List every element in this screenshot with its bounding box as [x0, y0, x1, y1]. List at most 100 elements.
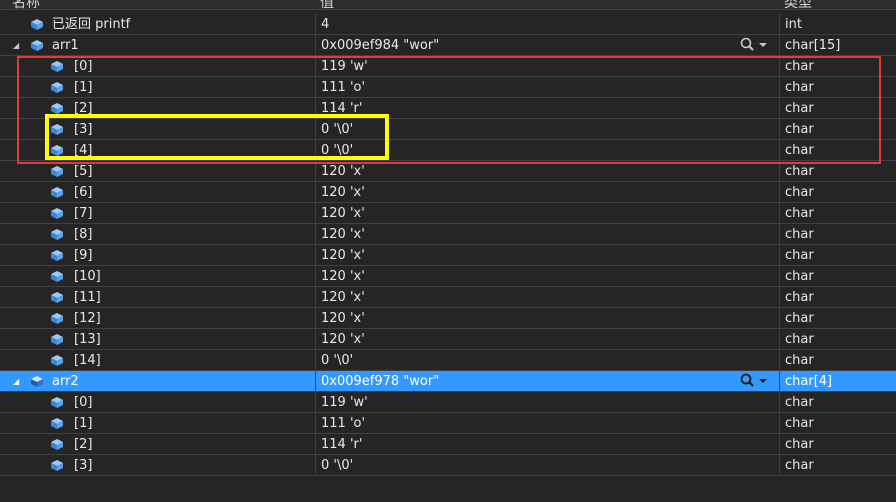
value-cell[interactable]: 120 'x'	[315, 245, 778, 265]
value-cell[interactable]: 114 'r'	[315, 434, 778, 454]
value-cell[interactable]: 0 '\0'	[315, 119, 778, 139]
watch-row-arr1[interactable]: ◢ arr1 0x009ef984 "wor" char[15]	[0, 35, 896, 56]
magnifier-icon[interactable]	[740, 373, 754, 387]
value-text: 0x009ef978 "wor"	[321, 374, 440, 389]
name-cell: [1]	[0, 77, 314, 97]
value-text: 0x009ef984 "wor"	[321, 38, 440, 53]
watch-row[interactable]: [0] 119 'w' char	[0, 56, 896, 77]
cube-icon	[31, 376, 43, 387]
cube-icon	[51, 166, 63, 177]
value-cell[interactable]: 111 'o'	[315, 413, 778, 433]
watch-row[interactable]: [7] 120 'x' char	[0, 203, 896, 224]
watch-row-arr2[interactable]: ◢ arr2 0x009ef978 "wor" char[4]	[0, 371, 896, 392]
name-cell: [2]	[0, 98, 314, 118]
cube-icon	[51, 271, 63, 282]
cube-icon	[51, 61, 63, 72]
cube-icon	[51, 229, 63, 240]
watch-row[interactable]: [1] 111 'o' char	[0, 77, 896, 98]
name-cell: [5]	[0, 161, 314, 181]
watch-grid: 已返回 printf 4 int ◢ arr1 0x009ef984 "wor"…	[0, 14, 896, 476]
name-cell: [14]	[0, 350, 314, 370]
value-tools[interactable]	[738, 37, 772, 53]
cube-icon	[51, 187, 63, 198]
magnifier-icon[interactable]	[740, 37, 754, 51]
name-cell: [0]	[0, 56, 314, 76]
value-cell[interactable]: 120 'x'	[315, 287, 778, 307]
value-cell[interactable]: 120 'x'	[315, 161, 778, 181]
element-index: [2]	[74, 437, 93, 452]
value-cell[interactable]: 0x009ef978 "wor"	[315, 371, 778, 391]
type-cell: char	[779, 350, 896, 370]
watch-row[interactable]: [4] 0 '\0' char	[0, 140, 896, 161]
header-type[interactable]: 类型	[784, 0, 812, 12]
type-cell: char	[779, 77, 896, 97]
expander-triangle-icon[interactable]: ◢	[13, 35, 19, 56]
cube-icon	[51, 292, 63, 303]
cube-icon	[31, 40, 43, 51]
name-cell: [3]	[0, 455, 314, 475]
cube-icon	[51, 460, 63, 471]
element-index: [6]	[74, 185, 93, 200]
watch-row[interactable]: [2] 114 'r' char	[0, 98, 896, 119]
header-name[interactable]: 名称	[12, 0, 40, 12]
watch-row[interactable]: [3] 0 '\0' char	[0, 455, 896, 476]
value-cell[interactable]: 0 '\0'	[315, 140, 778, 160]
cube-icon	[51, 397, 63, 408]
watch-row[interactable]: [9] 120 'x' char	[0, 245, 896, 266]
watch-row[interactable]: [1] 111 'o' char	[0, 413, 896, 434]
type-cell: char[4]	[779, 371, 896, 391]
value-cell[interactable]: 4	[315, 14, 778, 34]
type-cell: char	[779, 287, 896, 307]
variable-name: arr1	[52, 38, 79, 53]
type-cell: char	[779, 329, 896, 349]
value-cell[interactable]: 120 'x'	[315, 308, 778, 328]
watch-row[interactable]: [10] 120 'x' char	[0, 266, 896, 287]
chevron-down-icon[interactable]	[759, 379, 767, 383]
watch-row[interactable]: [6] 120 'x' char	[0, 182, 896, 203]
element-index: [11]	[74, 290, 101, 305]
watch-row[interactable]: [2] 114 'r' char	[0, 434, 896, 455]
watch-row[interactable]: 已返回 printf 4 int	[0, 14, 896, 35]
element-index: [14]	[74, 353, 101, 368]
watch-row[interactable]: [5] 120 'x' char	[0, 161, 896, 182]
watch-row[interactable]: [0] 119 'w' char	[0, 392, 896, 413]
cube-icon	[51, 334, 63, 345]
type-cell: char	[779, 98, 896, 118]
cube-icon	[51, 439, 63, 450]
value-cell[interactable]: 120 'x'	[315, 203, 778, 223]
value-cell[interactable]: 119 'w'	[315, 392, 778, 412]
value-cell[interactable]: 114 'r'	[315, 98, 778, 118]
value-cell[interactable]: 119 'w'	[315, 56, 778, 76]
cube-icon	[51, 124, 63, 135]
value-tools[interactable]	[738, 373, 772, 389]
element-index: [10]	[74, 269, 101, 284]
value-cell[interactable]: 120 'x'	[315, 266, 778, 286]
cube-icon	[51, 208, 63, 219]
watch-row[interactable]: [8] 120 'x' char	[0, 224, 896, 245]
name-cell: [12]	[0, 308, 314, 328]
name-cell: 已返回 printf	[0, 14, 314, 34]
cube-icon	[51, 418, 63, 429]
value-cell[interactable]: 111 'o'	[315, 77, 778, 97]
expander-triangle-icon[interactable]: ◢	[13, 371, 19, 392]
value-cell[interactable]: 120 'x'	[315, 329, 778, 349]
watch-row[interactable]: [12] 120 'x' char	[0, 308, 896, 329]
watch-row[interactable]: [3] 0 '\0' char	[0, 119, 896, 140]
value-cell[interactable]: 0 '\0'	[315, 455, 778, 475]
type-cell: char	[779, 119, 896, 139]
element-index: [12]	[74, 311, 101, 326]
watch-row[interactable]: [14] 0 '\0' char	[0, 350, 896, 371]
chevron-down-icon[interactable]	[759, 43, 767, 47]
header-value[interactable]: 值	[320, 0, 334, 12]
value-cell[interactable]: 120 'x'	[315, 182, 778, 202]
name-cell: [11]	[0, 287, 314, 307]
value-cell[interactable]: 0x009ef984 "wor"	[315, 35, 778, 55]
value-cell[interactable]: 0 '\0'	[315, 350, 778, 370]
cube-icon	[51, 103, 63, 114]
type-cell: char	[779, 266, 896, 286]
watch-row[interactable]: [13] 120 'x' char	[0, 329, 896, 350]
value-cell[interactable]: 120 'x'	[315, 224, 778, 244]
watch-row[interactable]: [11] 120 'x' char	[0, 287, 896, 308]
variable-name: arr2	[52, 374, 79, 389]
cube-icon	[51, 313, 63, 324]
